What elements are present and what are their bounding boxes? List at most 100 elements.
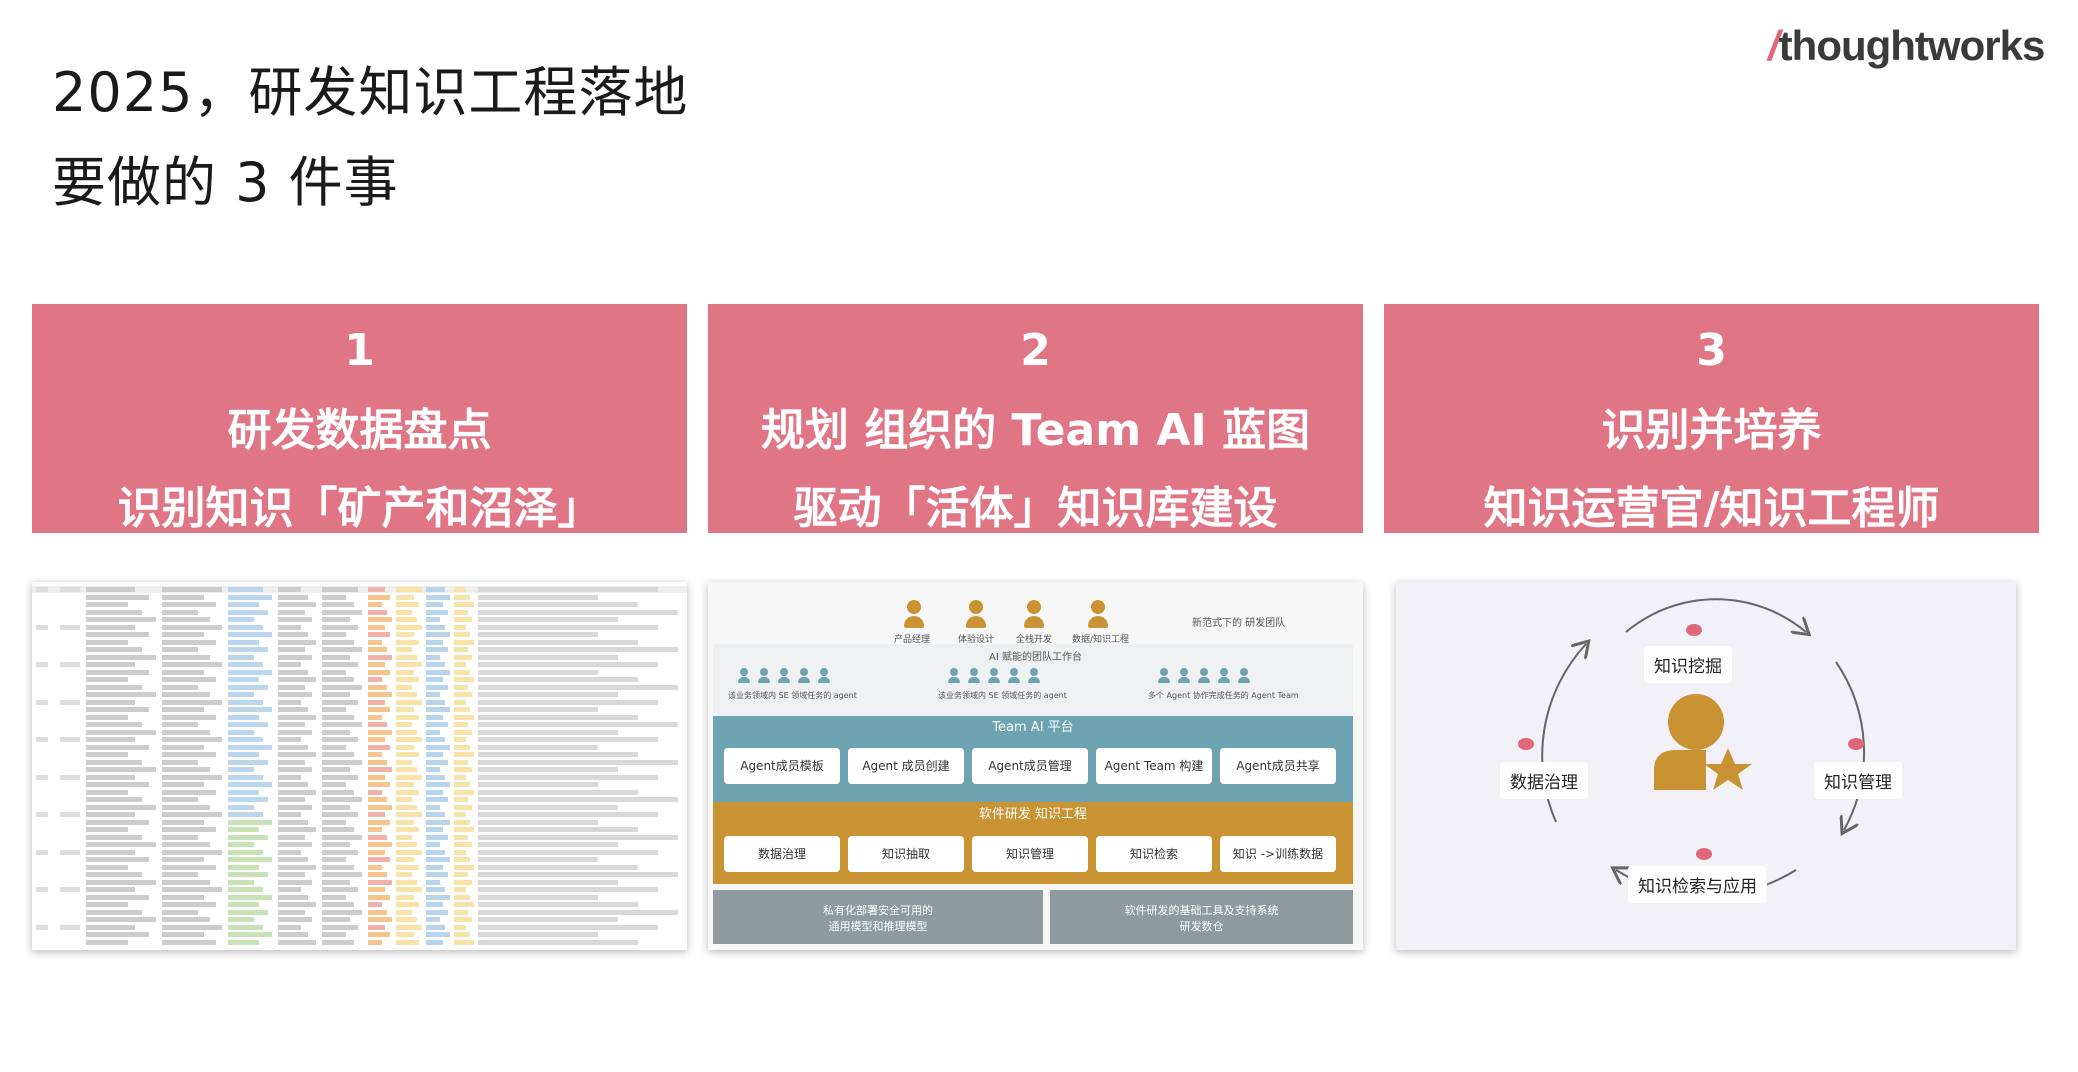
spreadsheet-cell <box>278 639 316 645</box>
spreadsheet-row <box>32 676 687 683</box>
spreadsheet-cell <box>162 714 216 720</box>
spreadsheet-cell <box>478 594 598 600</box>
spreadsheet-cell <box>36 887 48 892</box>
spreadsheet-cell <box>228 662 264 667</box>
spreadsheet-row <box>32 601 687 608</box>
spreadsheet-cell <box>426 639 443 645</box>
spreadsheet-cell <box>162 797 198 802</box>
spreadsheet-cell <box>162 887 222 892</box>
spreadsheet-cell <box>228 894 272 900</box>
spreadsheet-cell <box>228 744 272 750</box>
spreadsheet-cell <box>162 744 204 750</box>
spreadsheet-cell <box>322 789 354 795</box>
spreadsheet-cell <box>322 894 346 900</box>
card-number: 1 <box>344 325 375 376</box>
spreadsheet-cell <box>478 827 638 832</box>
spreadsheet-cell <box>478 932 598 937</box>
spreadsheet-cell <box>228 759 268 765</box>
spreadsheet-cell <box>278 864 316 870</box>
spreadsheet-cell <box>228 692 255 697</box>
spreadsheet-cell <box>86 894 149 900</box>
spreadsheet-cell <box>426 692 441 697</box>
spreadsheet-cell <box>60 812 80 817</box>
spreadsheet-cell <box>454 722 468 727</box>
spreadsheet-cell <box>426 939 443 945</box>
spreadsheet-cell <box>396 842 417 847</box>
spreadsheet-cell <box>368 879 392 885</box>
spreadsheet-cell <box>322 827 354 832</box>
spreadsheet-cell <box>426 662 446 667</box>
spreadsheet-cell <box>278 909 305 915</box>
cycle-dot <box>1518 738 1534 750</box>
spreadsheet-cell <box>162 609 198 615</box>
spreadsheet-cell <box>426 632 450 637</box>
role-figure <box>904 600 924 628</box>
spreadsheet-cell <box>86 759 142 765</box>
spreadsheet-cell <box>454 849 466 855</box>
spreadsheet-cell <box>368 744 390 750</box>
spreadsheet-cell <box>478 669 598 675</box>
spreadsheet-cell <box>322 647 362 652</box>
spreadsheet-cell <box>228 752 259 757</box>
spreadsheet-cell <box>322 879 350 885</box>
star-icon <box>1704 748 1752 790</box>
spreadsheet-cell <box>454 729 472 735</box>
spreadsheet-cell <box>426 647 448 652</box>
spreadsheet-cell <box>454 894 470 900</box>
spreadsheet-cell <box>368 587 385 592</box>
knowledge-title: 软件研发 知识工程 <box>978 807 1088 822</box>
spreadsheet-cell <box>228 789 259 795</box>
spreadsheet-cell <box>396 759 412 765</box>
spreadsheet-cell <box>368 857 390 862</box>
spreadsheet-cell <box>478 819 598 825</box>
spreadsheet-cell <box>454 924 466 930</box>
spreadsheet-cell <box>322 654 350 660</box>
spreadsheet-cell <box>162 752 216 757</box>
spreadsheet-cell <box>426 804 441 810</box>
spreadsheet-cell <box>278 932 309 937</box>
spreadsheet-cell <box>86 737 135 742</box>
spreadsheet-row <box>32 616 687 623</box>
spreadsheet-cell <box>426 714 443 720</box>
spreadsheet-cell <box>228 639 259 645</box>
spreadsheet-cell <box>322 602 354 607</box>
spreadsheet-cell <box>454 737 466 742</box>
spreadsheet-cell <box>322 692 350 697</box>
spreadsheet-cell <box>454 917 472 922</box>
spreadsheet-cell <box>454 759 468 765</box>
spreadsheet-grid <box>32 582 687 950</box>
spreadsheet-cell <box>322 804 350 810</box>
spreadsheet-cell <box>162 737 222 742</box>
spreadsheet-cell <box>368 759 388 765</box>
spreadsheet-cell <box>86 857 149 862</box>
spreadsheet-cell <box>278 654 313 660</box>
workbench-title: AI 赋能的团队工作台 <box>989 652 1082 663</box>
spreadsheet-cell <box>396 722 412 727</box>
spreadsheet-cell <box>368 699 385 705</box>
spreadsheet-cell <box>278 587 301 592</box>
spreadsheet-cell <box>396 767 417 772</box>
card-heading: 研发数据盘点 <box>227 405 492 456</box>
spreadsheet-cell <box>396 699 422 705</box>
spreadsheet-cell <box>162 654 210 660</box>
spreadsheet-cell <box>396 872 412 877</box>
spreadsheet-cell <box>322 707 346 712</box>
spreadsheet-cell <box>478 632 598 637</box>
spreadsheet-cell <box>228 849 264 855</box>
stage-label-retrieval: 知识检索与应用 <box>1628 866 1767 903</box>
spreadsheet-cell <box>396 917 417 922</box>
spreadsheet-cell <box>322 797 362 802</box>
spreadsheet-row <box>32 729 687 736</box>
spreadsheet-cell <box>86 842 156 847</box>
spreadsheet-cell <box>426 812 446 817</box>
card-subheading: 识别知识「矿产和沼泽」 <box>117 483 602 534</box>
spreadsheet-row <box>32 781 687 788</box>
spreadsheet-cell <box>454 872 468 877</box>
spreadsheet-cell <box>322 729 350 735</box>
spreadsheet-row <box>32 811 687 818</box>
agent-figure <box>758 668 770 683</box>
spreadsheet-cell <box>478 879 618 885</box>
spreadsheet-cell <box>228 939 259 945</box>
spreadsheet-cell <box>162 804 210 810</box>
spreadsheet-cell <box>278 677 316 682</box>
